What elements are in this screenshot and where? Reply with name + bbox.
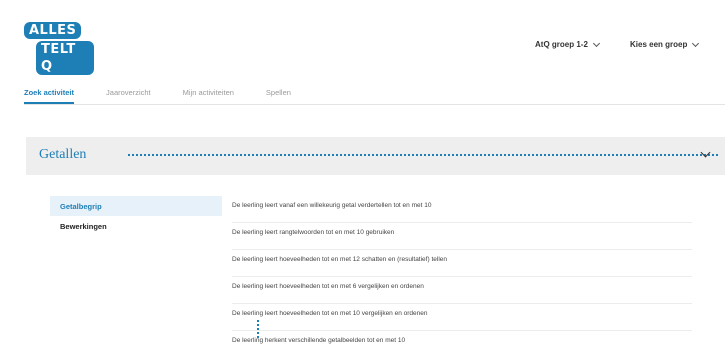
section-title: Getallen (39, 147, 87, 162)
goal-list: De leerling leert vanaf een willekeurig … (232, 196, 692, 345)
tab-zoek-activiteit[interactable]: Zoek activiteit (24, 88, 75, 104)
tabs-divider (24, 104, 725, 105)
header: ALLES TELT Q AtQ groep 1-2 Kies een groe… (0, 0, 725, 80)
chevron-down-icon (692, 39, 700, 47)
tab-spellen[interactable]: Spellen (266, 88, 291, 104)
goal-item[interactable]: De leerling leert vanaf een willekeurig … (232, 196, 692, 223)
goal-item[interactable]: De leerling leert hoeveelheden tot en me… (232, 304, 692, 331)
goal-item[interactable]: De leerling herkent verschillende getalb… (232, 331, 692, 345)
logo-text-top: ALLES (24, 22, 82, 39)
main-tabs: Zoek activiteit Jaaroverzicht Mijn activ… (24, 88, 323, 104)
group-choose-select[interactable]: Kies een groep (630, 39, 700, 49)
dotted-annotation-marker (257, 320, 259, 338)
logo-text-bottom: TELT Q (36, 41, 94, 75)
group-method-label: AtQ groep 1-2 (535, 40, 588, 49)
goal-item[interactable]: De leerling leert hoeveelheden tot en me… (232, 250, 692, 277)
category-item-bewerkingen[interactable]: Bewerkingen (50, 216, 222, 236)
goal-item[interactable]: De leerling leert rangtelwoorden tot en … (232, 223, 692, 250)
goal-item[interactable]: De leerling leert hoeveelheden tot en me… (232, 277, 692, 304)
tab-mijn-activiteiten[interactable]: Mijn activiteiten (183, 88, 234, 104)
chevron-down-icon (592, 39, 600, 47)
group-choose-label: Kies een groep (630, 40, 688, 49)
tab-jaaroverzicht[interactable]: Jaaroverzicht (106, 88, 151, 104)
category-list: Getalbegrip Bewerkingen (50, 196, 222, 236)
dotted-annotation-line (128, 154, 718, 156)
category-item-getalbegrip[interactable]: Getalbegrip (50, 196, 222, 216)
alles-telt-q-logo[interactable]: ALLES TELT Q (24, 22, 94, 75)
group-method-select[interactable]: AtQ groep 1-2 (535, 39, 600, 49)
section-header-getallen[interactable]: Getallen (26, 137, 725, 175)
